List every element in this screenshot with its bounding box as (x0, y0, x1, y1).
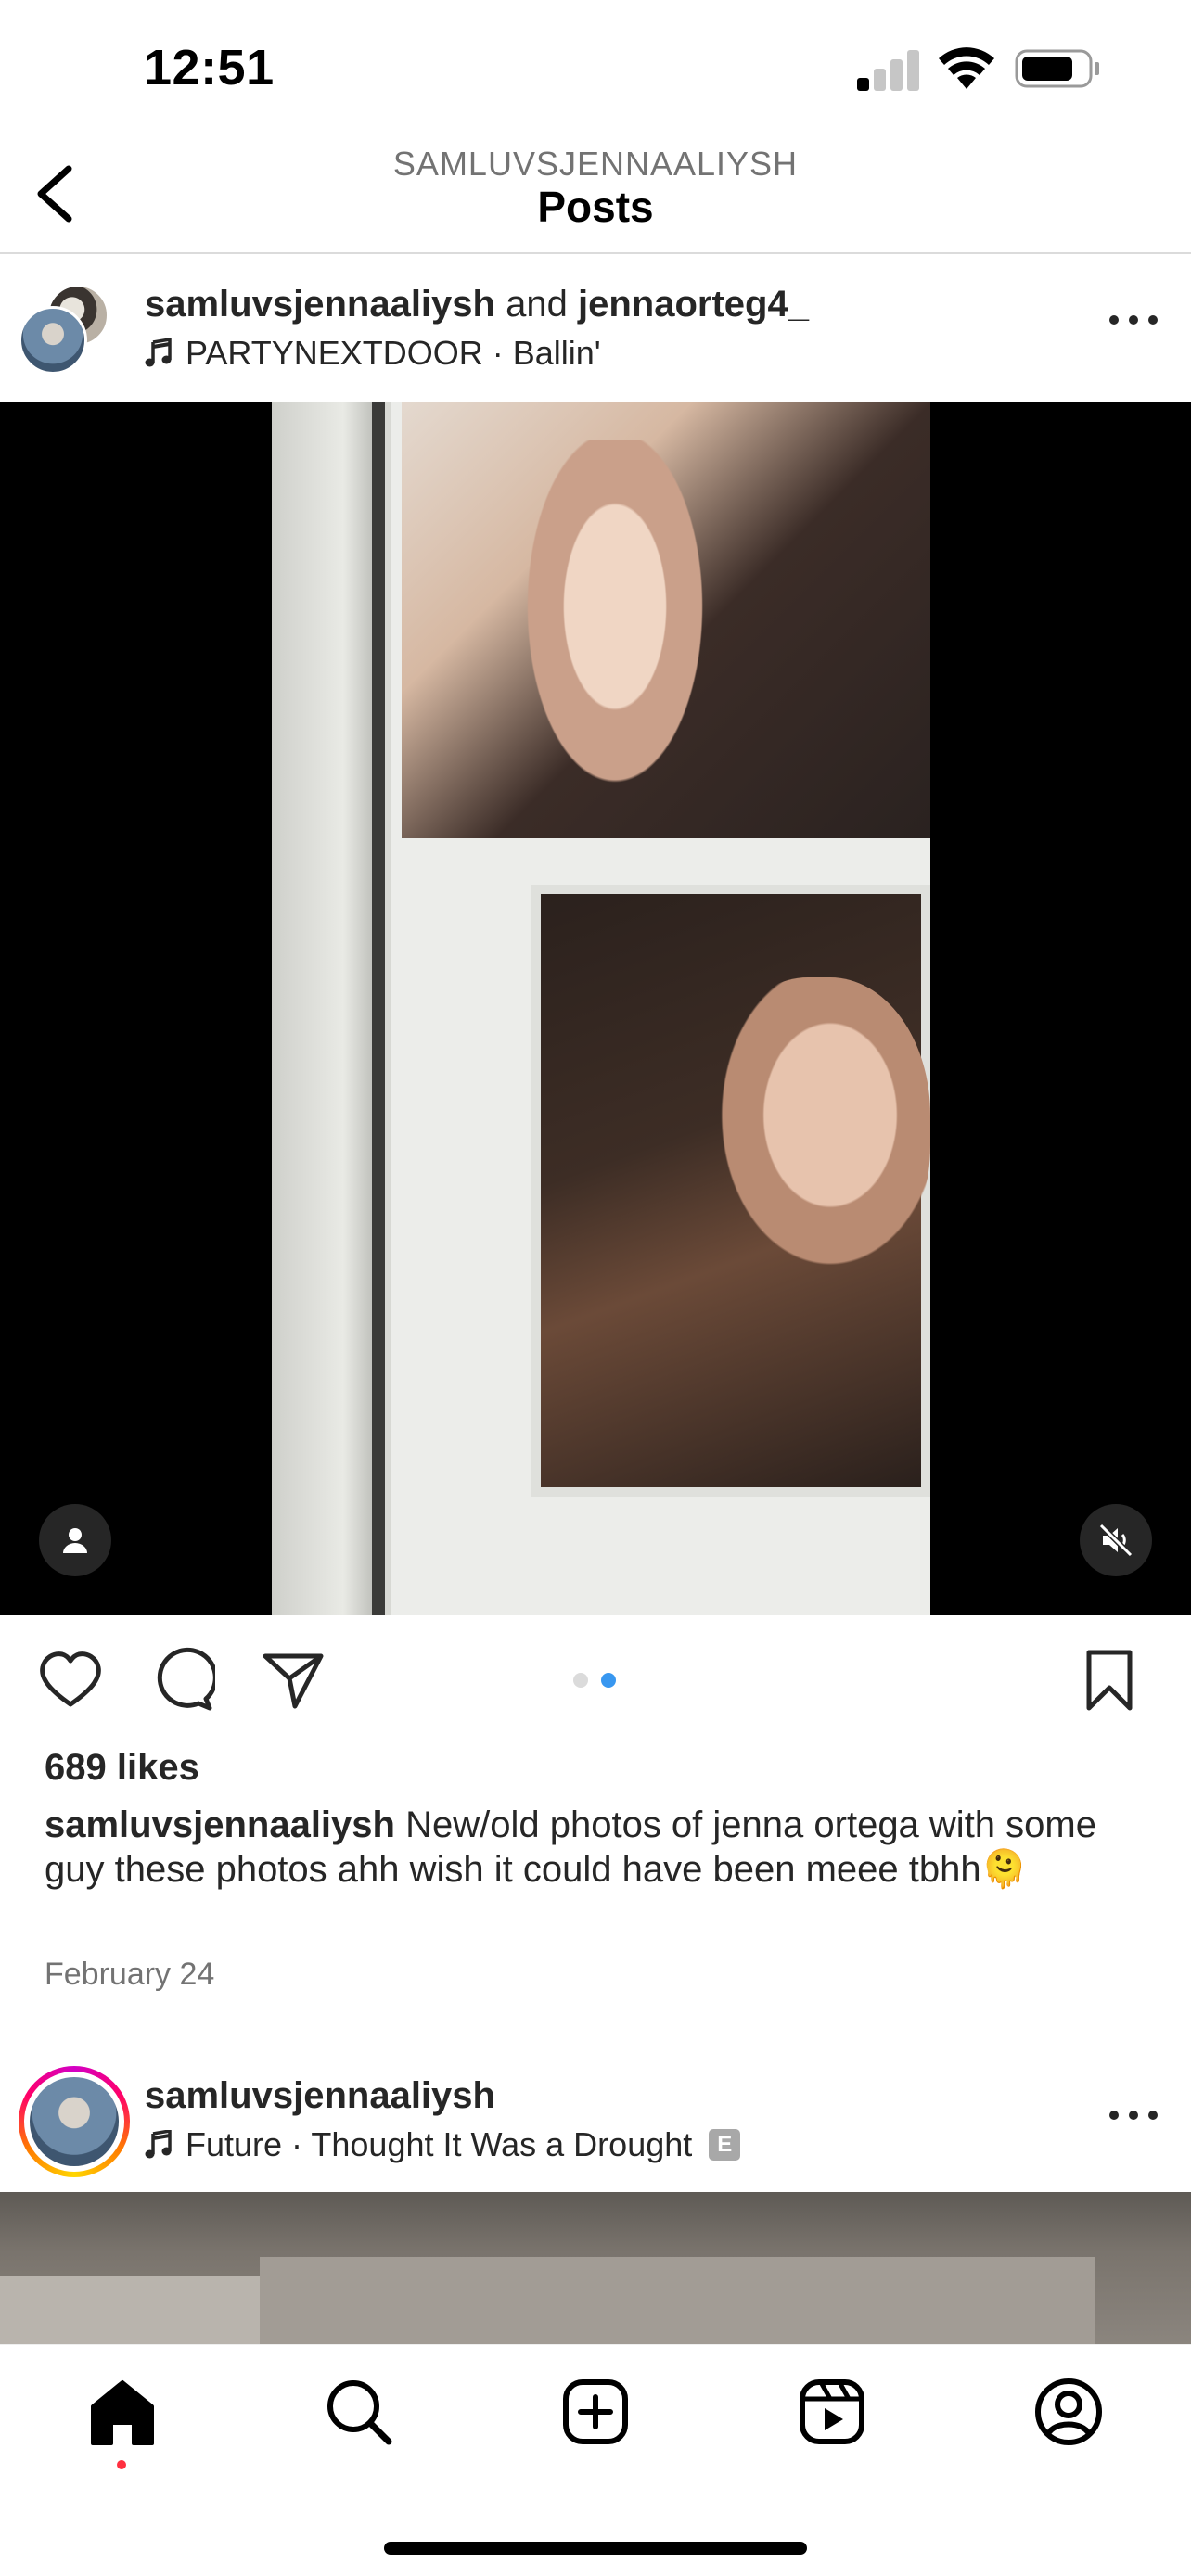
avatar (19, 306, 87, 375)
post-actions (0, 1615, 1191, 1745)
likes-count[interactable]: 689 likes (45, 1747, 199, 1789)
person-icon (63, 1528, 87, 1553)
page-title: Posts (537, 183, 654, 231)
speaker-muted-icon (1098, 1523, 1133, 1558)
post-music[interactable]: PARTYNEXTDOOR · Ballin' (145, 334, 601, 373)
plus-square-icon (563, 2379, 628, 2444)
cellular-signal-icon (857, 48, 920, 91)
tab-search[interactable] (322, 2375, 396, 2449)
post-music[interactable]: Future · Thought It Was a Drought E (145, 2125, 741, 2164)
author-username[interactable]: samluvsjennaaliysh (145, 284, 495, 325)
coauthor-username[interactable]: jennaorteg4_ (578, 284, 809, 325)
music-label: PARTYNEXTDOOR · Ballin' (186, 334, 601, 372)
post-media[interactable] (0, 402, 1191, 1615)
nav-username: SAMLUVSJENNAALIYSH (392, 145, 799, 183)
tab-bar (0, 2344, 1191, 2576)
author-connector: and (506, 284, 568, 325)
more-horizontal-icon (1109, 2111, 1119, 2120)
profile-icon (1035, 2378, 1102, 2445)
caption-username[interactable]: samluvsjennaaliysh (45, 1804, 395, 1845)
tab-home[interactable] (85, 2375, 160, 2449)
reels-icon (800, 2379, 864, 2444)
carousel-dot-active (601, 1673, 616, 1688)
status-time: 12:51 (144, 40, 275, 96)
search-icon (327, 2380, 392, 2445)
nav-header: SAMLUVSJENNAALIYSH Posts (0, 130, 1191, 254)
author-username[interactable]: samluvsjennaaliysh (145, 2075, 495, 2117)
post-header: samluvsjennaaliysh and jennaorteg4_ PART… (0, 256, 1191, 402)
music-label: Future · Thought It Was a Drought (186, 2125, 693, 2163)
more-options-button[interactable] (1109, 2111, 1158, 2123)
post-caption: samluvsjennaaliysh New/old photos of jen… (45, 1803, 1148, 1892)
carousel-indicator (573, 1669, 618, 1688)
carousel-dot (573, 1673, 588, 1688)
tagged-users-button[interactable] (39, 1504, 111, 1576)
post-authors[interactable]: samluvsjennaaliysh and jennaorteg4_ (145, 284, 809, 325)
home-icon (91, 2380, 154, 2445)
battery-icon (1015, 49, 1099, 88)
save-button[interactable] (1076, 1647, 1143, 1714)
avatar (30, 2077, 119, 2166)
comment-button[interactable] (148, 1647, 215, 1714)
more-horizontal-icon (1109, 315, 1119, 325)
post-date: February 24 (45, 1957, 215, 1992)
like-button[interactable] (37, 1647, 104, 1714)
post-header: samluvsjennaaliysh Future · Thought It W… (0, 2057, 1191, 2192)
notification-dot (117, 2460, 126, 2469)
wifi-icon (939, 47, 994, 89)
story-ring-avatar[interactable] (19, 2066, 130, 2177)
post-media[interactable] (0, 2192, 1191, 2344)
home-indicator[interactable] (384, 2542, 807, 2555)
tab-create[interactable] (558, 2375, 633, 2449)
more-options-button[interactable] (1109, 315, 1158, 328)
music-note-icon (145, 338, 172, 367)
tab-reels[interactable] (795, 2375, 869, 2449)
tab-profile[interactable] (1031, 2375, 1106, 2449)
explicit-badge: E (709, 2129, 741, 2161)
music-note-icon (145, 2130, 172, 2159)
mute-button[interactable] (1080, 1504, 1152, 1576)
share-button[interactable] (260, 1647, 327, 1714)
status-bar: 12:51 (0, 0, 1191, 130)
collab-avatars[interactable] (19, 284, 111, 376)
post-photo (272, 402, 930, 1615)
